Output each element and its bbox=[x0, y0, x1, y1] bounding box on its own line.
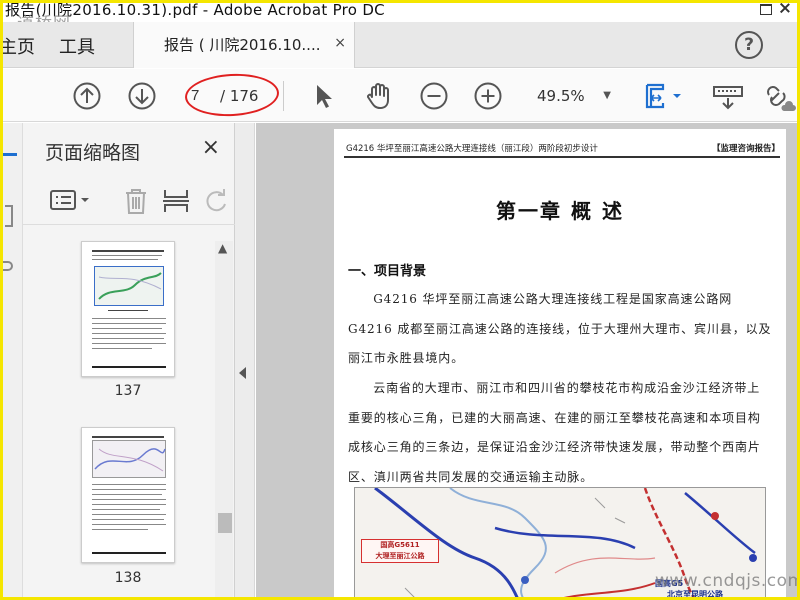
thumbnail-page[interactable] bbox=[81, 427, 175, 563]
annotation-ellipse bbox=[183, 71, 281, 119]
tab-bar: 主页 工具 报告 ( 川院2016.10.... × ? bbox=[3, 22, 797, 68]
close-window-icon[interactable] bbox=[775, 3, 795, 17]
collapse-panel-handle[interactable] bbox=[235, 123, 255, 597]
thumbnail-panel: 页面缩略图 × 137 138 ▲ bbox=[23, 123, 235, 597]
thumbnail-page-number: 138 bbox=[114, 570, 142, 586]
page-header-right: 【监理咨询报告】 bbox=[711, 144, 780, 154]
thumbnail-map-graphic bbox=[94, 448, 166, 472]
page-header-left: G4216 华坪至丽江高速公路大理连接线（丽江段）两阶段初步设计 bbox=[346, 144, 598, 154]
zoom-value: 49.5% bbox=[537, 87, 585, 105]
help-icon[interactable]: ? bbox=[735, 31, 763, 59]
body-paragraph: G4216 华坪至丽江高速公路大理连接线工程是国家高速公路网 G4216 成都至… bbox=[348, 292, 772, 365]
map-callout: 国高G5611 大理至丽江公路 bbox=[361, 539, 439, 563]
title-bar: 报告(川院2016.10.31).pdf - Adobe Acrobat Pro… bbox=[3, 3, 797, 22]
zoom-out-icon[interactable] bbox=[419, 81, 449, 111]
maximize-icon[interactable] bbox=[755, 3, 775, 17]
insert-page-icon[interactable] bbox=[161, 187, 191, 215]
tab-document[interactable]: 报告 ( 川院2016.10.... × bbox=[133, 22, 355, 68]
scroll-up-icon[interactable]: ▲ bbox=[218, 241, 227, 255]
close-panel-icon[interactable]: × bbox=[202, 135, 220, 160]
chevron-left-icon bbox=[239, 367, 246, 379]
thumbnail-map bbox=[92, 440, 166, 478]
callout-line2: 大理至丽江公路 bbox=[375, 552, 425, 560]
thumbnail-page[interactable] bbox=[81, 241, 175, 377]
delete-icon[interactable] bbox=[121, 187, 151, 215]
chevron-down-icon: ▼ bbox=[603, 90, 611, 101]
toolbar-divider bbox=[283, 81, 284, 111]
chapter-title: 第一章 概 述 bbox=[496, 199, 624, 223]
document-tab-label: 报告 ( 川院2016.10.... bbox=[164, 36, 321, 54]
active-pane-indicator bbox=[3, 153, 17, 156]
navigation-strip bbox=[3, 123, 23, 597]
zoom-select[interactable]: 49.5% ▼ bbox=[527, 83, 617, 109]
bookmark-icon[interactable] bbox=[5, 205, 13, 227]
document-page: G4216 华坪至丽江高速公路大理连接线（丽江段）两阶段初步设计 【监理咨询报告… bbox=[334, 129, 786, 597]
link-share-icon[interactable] bbox=[763, 81, 797, 111]
tab-home[interactable]: 主页 bbox=[3, 33, 35, 59]
keyboard-icon[interactable] bbox=[711, 81, 745, 111]
header-rule bbox=[344, 156, 780, 158]
options-icon[interactable] bbox=[49, 189, 93, 213]
hand-icon[interactable] bbox=[363, 81, 393, 111]
thumbnail-page-number: 137 bbox=[114, 383, 142, 399]
next-page-icon[interactable] bbox=[127, 81, 157, 111]
tab-tools[interactable]: 工具 bbox=[59, 33, 95, 59]
attachment-icon[interactable] bbox=[3, 261, 13, 271]
body-paragraph: 云南省的大理市、丽江市和四川省的攀枝花市构成沿金沙江经济带上重要的核心三角，已建… bbox=[348, 381, 761, 484]
panel-title: 页面缩略图 bbox=[45, 142, 141, 164]
app-window: 报告(川院2016.10.31).pdf - Adobe Acrobat Pro… bbox=[3, 3, 797, 597]
document-viewport[interactable]: G4216 华坪至丽江高速公路大理连接线（丽江段）两阶段初步设计 【监理咨询报告… bbox=[256, 123, 797, 597]
thumbnail-toolbar bbox=[23, 175, 235, 225]
rotate-icon[interactable] bbox=[201, 187, 231, 215]
watermark-url: www.cndqjs.com bbox=[655, 571, 797, 591]
thumbnail-map bbox=[94, 266, 164, 306]
select-arrow-icon[interactable] bbox=[309, 81, 339, 111]
callout-line1: 国高G5611 bbox=[380, 541, 420, 549]
section-title: 一、项目背景 bbox=[348, 264, 427, 279]
thumbnail-scrollbar[interactable]: ▲ bbox=[215, 241, 233, 597]
prev-page-icon[interactable] bbox=[72, 81, 102, 111]
scrollbar-thumb[interactable] bbox=[218, 513, 232, 533]
fit-page-icon[interactable] bbox=[643, 81, 687, 111]
toolbar: / 176 49.5% ▼ bbox=[3, 69, 797, 122]
zoom-in-icon[interactable] bbox=[473, 81, 503, 111]
thumbnail-map-graphic bbox=[98, 272, 162, 300]
close-tab-icon[interactable]: × bbox=[334, 35, 346, 51]
